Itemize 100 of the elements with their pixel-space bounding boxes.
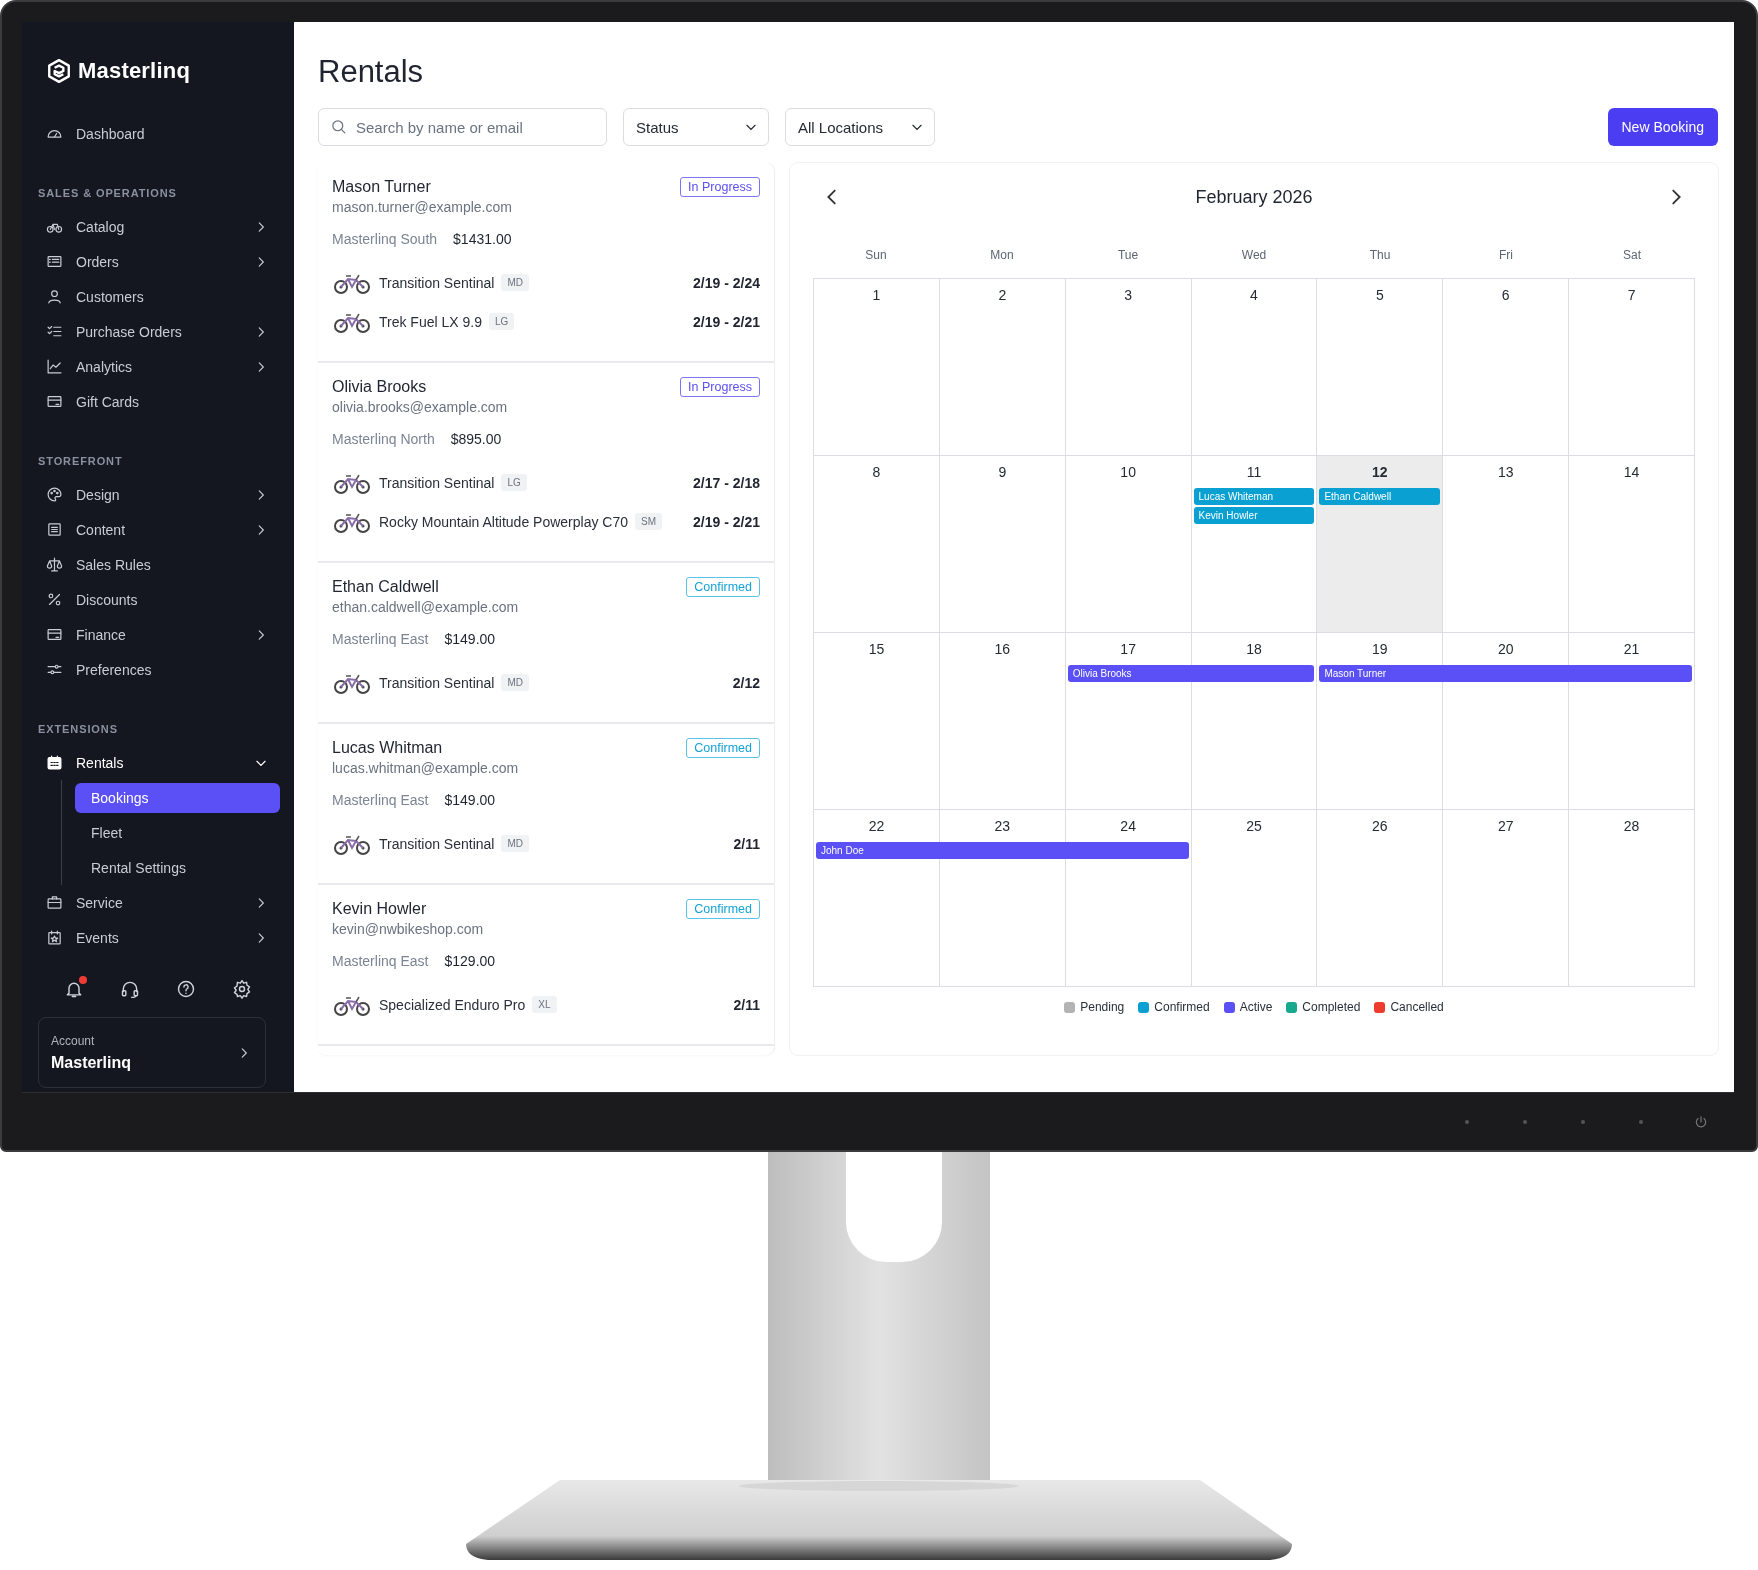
submenu-item[interactable]: Fleet xyxy=(75,817,280,848)
booking-card[interactable]: Olivia Brooks In Progress olivia.brooks@example.com Masterlinq North $895.00 Transition Sentinal LG 2/17 - 2/18 Rocky Mountain Altitude Powerplay C70 SM 2/19 - 2/21 xyxy=(318,363,774,563)
size-tag: XL xyxy=(532,996,557,1013)
sidebar-item[interactable]: Catalog xyxy=(36,209,280,244)
day-number: 14 xyxy=(1623,463,1640,481)
day-cell[interactable]: 15 xyxy=(814,633,940,810)
status-badge: In Progress xyxy=(680,377,760,397)
account-card[interactable]: Account Masterlinq xyxy=(38,1017,266,1088)
day-cell[interactable]: 4 xyxy=(1191,279,1318,456)
day-cell[interactable]: 25 xyxy=(1191,810,1318,987)
day-cell[interactable]: 20 xyxy=(1443,633,1570,810)
settings-icon[interactable] xyxy=(232,979,252,999)
day-cell[interactable]: 6 xyxy=(1443,279,1570,456)
day-cell[interactable]: 9 xyxy=(939,456,1066,633)
day-cell[interactable]: 19 Mason Turner xyxy=(1317,633,1444,810)
day-cell[interactable]: 27 xyxy=(1443,810,1570,987)
day-cell[interactable]: 2 xyxy=(939,279,1066,456)
day-number: 27 xyxy=(1497,817,1514,835)
help-icon[interactable] xyxy=(176,979,196,999)
bike-name: Transition Sentinal xyxy=(379,274,495,291)
sidebar-item[interactable]: Discounts xyxy=(36,582,280,617)
booking-card[interactable]: Kevin Howler Confirmed kevin@nwbikeshop.com Masterlinq East $129.00 Specialized Enduro Pro XL 2/11 xyxy=(318,885,774,1046)
sidebar-item[interactable]: Dashboard xyxy=(36,116,280,151)
sidebar-item[interactable]: Content xyxy=(36,512,280,547)
day-number: 8 xyxy=(872,463,881,481)
day-cell[interactable]: 28 xyxy=(1569,810,1695,987)
account-name: Masterlinq xyxy=(51,1053,132,1072)
size-tag: MD xyxy=(501,835,529,852)
sidebar-item[interactable]: Purchase Orders xyxy=(36,314,280,349)
submenu-item[interactable]: Rental Settings xyxy=(75,852,280,883)
sidebar-item[interactable]: Orders xyxy=(36,244,280,279)
booking-card[interactable]: Lucas Whitman Confirmed lucas.whitman@example.com Masterlinq East $149.00 Transition Sentinal MD 2/11 xyxy=(318,724,774,885)
booking-event[interactable]: Olivia Brooks xyxy=(1067,665,1192,682)
day-cell[interactable]: 18 xyxy=(1191,633,1318,810)
day-cell[interactable]: 26 xyxy=(1317,810,1444,987)
day-cell[interactable]: 1 xyxy=(814,279,940,456)
customer-name: Olivia Brooks xyxy=(332,378,427,396)
filter-dropdown[interactable]: Status xyxy=(623,108,769,146)
customer-email: ethan.caldwell@example.com xyxy=(332,598,520,617)
booking-event[interactable]: John Doe xyxy=(816,842,940,859)
day-cell[interactable]: 24 xyxy=(1065,810,1192,987)
sidebar-item[interactable]: Gift Cards xyxy=(36,384,280,419)
booking-event[interactable]: Mason Turner xyxy=(1319,665,1444,682)
day-number: 16 xyxy=(994,640,1011,658)
search-field[interactable]: Search by name or email xyxy=(318,108,607,146)
sidebar-item[interactable]: Service xyxy=(36,885,280,920)
day-number: 17 xyxy=(1120,640,1136,658)
day-number: 6 xyxy=(1501,286,1510,304)
headset-icon[interactable] xyxy=(120,979,140,999)
bike-name: Rocky Mountain Altitude Powerplay C70 xyxy=(379,513,629,530)
total-price: $129.00 xyxy=(444,953,496,969)
day-cell[interactable]: 14 xyxy=(1569,456,1695,633)
day-cell[interactable]: 23 xyxy=(939,810,1066,987)
day-number: 28 xyxy=(1623,817,1640,835)
day-cell[interactable]: 22 John Doe xyxy=(814,810,940,987)
new-booking-button[interactable]: New Booking xyxy=(1607,108,1718,146)
rental-dates: 2/11 xyxy=(733,996,760,1013)
day-number: 7 xyxy=(1627,286,1636,304)
day-cell[interactable]: 10 xyxy=(1065,456,1192,633)
day-number: 21 xyxy=(1623,640,1640,658)
total-price: $149.00 xyxy=(444,631,496,647)
line-chart-icon xyxy=(46,358,63,375)
day-cell[interactable]: 8 xyxy=(814,456,940,633)
card-icon xyxy=(46,393,63,410)
booking-card[interactable]: Mason Turner In Progress mason.turner@example.com Masterlinq South $1431.00 Transition Sentinal MD 2/19 - 2/24 Trek Fuel LX 9.9 LG 2/19 - 2/21 xyxy=(318,163,774,363)
total-price: $149.00 xyxy=(444,792,496,808)
day-cell[interactable]: 21 xyxy=(1569,633,1695,810)
day-cell[interactable]: 13 xyxy=(1443,456,1570,633)
sidebar-item[interactable]: Customers xyxy=(36,279,280,314)
day-number: 26 xyxy=(1372,817,1388,835)
sidebar-item[interactable]: Design xyxy=(36,477,280,512)
sidebar-item[interactable]: Events xyxy=(36,920,280,955)
document-icon xyxy=(46,521,63,538)
day-cell[interactable]: 7 xyxy=(1569,279,1695,456)
sidebar-item[interactable]: Sales Rules xyxy=(36,547,280,582)
power-icon[interactable] xyxy=(1694,1114,1708,1129)
day-cell[interactable]: 17 Olivia Brooks xyxy=(1065,633,1192,810)
weekday-label: Thu xyxy=(1368,247,1392,262)
submenu-item[interactable]: Bookings xyxy=(75,782,280,813)
rental-dates: 2/19 - 2/21 xyxy=(693,513,760,530)
rental-dates: 2/19 - 2/21 xyxy=(693,313,760,330)
day-cell[interactable]: 16 xyxy=(939,633,1066,810)
sidebar-item[interactable]: Rentals xyxy=(36,745,280,780)
booking-card[interactable]: Ethan Caldwell Confirmed ethan.caldwell@example.com Masterlinq East $149.00 Transition Sentinal MD 2/12 xyxy=(318,563,774,724)
size-tag: LG xyxy=(489,313,515,330)
day-cell[interactable]: 3 xyxy=(1065,279,1192,456)
day-number: 18 xyxy=(1246,640,1262,658)
weekday-label: Sun xyxy=(864,247,888,262)
card-icon xyxy=(46,626,63,643)
filter-dropdown[interactable]: All Locations xyxy=(785,108,935,146)
sidebar-item[interactable]: Analytics xyxy=(36,349,280,384)
day-number: 3 xyxy=(1124,286,1133,304)
section-heading: STOREFRONT xyxy=(37,454,124,469)
day-cell[interactable]: 12 Ethan Caldwell xyxy=(1317,456,1444,633)
sidebar-item[interactable]: Finance xyxy=(36,617,280,652)
bike-name: Transition Sentinal xyxy=(379,674,495,691)
sidebar-item[interactable]: Preferences xyxy=(36,652,280,687)
weekday-label: Sat xyxy=(1622,247,1642,262)
briefcase-icon xyxy=(46,894,63,911)
location-text: Masterlinq East xyxy=(332,953,429,969)
